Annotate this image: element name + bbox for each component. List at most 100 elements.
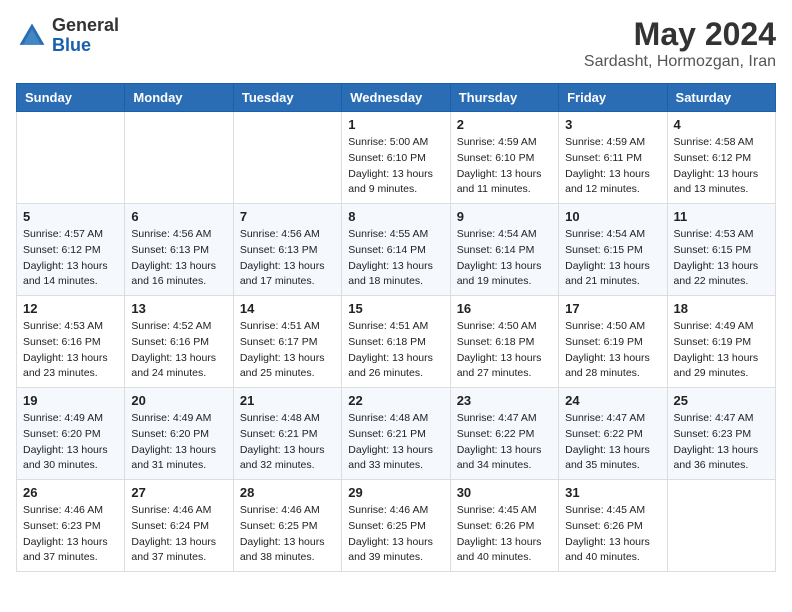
calendar-header-monday: Monday [125,84,233,112]
calendar-header-thursday: Thursday [450,84,558,112]
day-info-line: Sunrise: 4:53 AM [674,227,769,243]
day-info-line: Sunset: 6:26 PM [457,519,552,535]
day-number: 2 [457,117,552,132]
day-info-line: and 11 minutes. [457,182,552,198]
calendar-cell: 16Sunrise: 4:50 AMSunset: 6:18 PMDayligh… [450,296,558,388]
day-number: 24 [565,393,660,408]
day-info-line: Sunset: 6:10 PM [348,151,443,167]
day-info: Sunrise: 4:58 AMSunset: 6:12 PMDaylight:… [674,135,769,198]
day-info: Sunrise: 4:50 AMSunset: 6:18 PMDaylight:… [457,319,552,382]
calendar-cell: 13Sunrise: 4:52 AMSunset: 6:16 PMDayligh… [125,296,233,388]
day-info-line: Sunset: 6:15 PM [565,243,660,259]
logo-text: General Blue [52,16,119,56]
day-info-line: Sunrise: 4:57 AM [23,227,118,243]
calendar-header-friday: Friday [559,84,667,112]
day-info-line: and 21 minutes. [565,274,660,290]
day-info-line: Sunrise: 4:48 AM [240,411,335,427]
day-info-line: and 40 minutes. [457,550,552,566]
day-number: 19 [23,393,118,408]
day-info-line: and 32 minutes. [240,458,335,474]
day-info-line: Sunrise: 4:46 AM [23,503,118,519]
day-info-line: Sunset: 6:13 PM [131,243,226,259]
day-info-line: and 22 minutes. [674,274,769,290]
day-info: Sunrise: 4:59 AMSunset: 6:11 PMDaylight:… [565,135,660,198]
day-info-line: Sunset: 6:21 PM [240,427,335,443]
day-info-line: Sunrise: 4:59 AM [457,135,552,151]
day-info: Sunrise: 4:49 AMSunset: 6:20 PMDaylight:… [131,411,226,474]
location: Sardasht, Hormozgan, Iran [584,53,776,71]
day-info: Sunrise: 4:54 AMSunset: 6:14 PMDaylight:… [457,227,552,290]
day-info-line: and 24 minutes. [131,366,226,382]
day-number: 28 [240,485,335,500]
day-info: Sunrise: 4:46 AMSunset: 6:23 PMDaylight:… [23,503,118,566]
calendar-cell: 7Sunrise: 4:56 AMSunset: 6:13 PMDaylight… [233,204,341,296]
day-info: Sunrise: 4:56 AMSunset: 6:13 PMDaylight:… [240,227,335,290]
calendar-cell [17,112,125,204]
day-number: 31 [565,485,660,500]
logo-general: General [52,15,119,35]
calendar-cell: 20Sunrise: 4:49 AMSunset: 6:20 PMDayligh… [125,388,233,480]
day-info-line: Daylight: 13 hours [674,351,769,367]
day-info: Sunrise: 4:57 AMSunset: 6:12 PMDaylight:… [23,227,118,290]
calendar-cell: 12Sunrise: 4:53 AMSunset: 6:16 PMDayligh… [17,296,125,388]
day-info-line: Sunrise: 4:47 AM [457,411,552,427]
day-info-line: Sunset: 6:19 PM [674,335,769,351]
day-info: Sunrise: 4:47 AMSunset: 6:22 PMDaylight:… [457,411,552,474]
calendar-cell: 21Sunrise: 4:48 AMSunset: 6:21 PMDayligh… [233,388,341,480]
day-info-line: Sunset: 6:12 PM [23,243,118,259]
day-info-line: Sunrise: 4:47 AM [565,411,660,427]
calendar-cell: 18Sunrise: 4:49 AMSunset: 6:19 PMDayligh… [667,296,775,388]
day-info-line: Daylight: 13 hours [131,535,226,551]
day-info-line: and 23 minutes. [23,366,118,382]
day-info-line: Daylight: 13 hours [565,443,660,459]
calendar-cell: 22Sunrise: 4:48 AMSunset: 6:21 PMDayligh… [342,388,450,480]
day-info-line: Daylight: 13 hours [348,259,443,275]
day-info-line: Daylight: 13 hours [131,259,226,275]
calendar-cell: 4 Sunrise: 4:58 AMSunset: 6:12 PMDaylight… [667,112,775,204]
day-info-line: Sunrise: 4:54 AM [457,227,552,243]
calendar-cell: 29Sunrise: 4:46 AMSunset: 6:25 PMDayligh… [342,480,450,572]
day-info-line: Sunrise: 4:56 AM [240,227,335,243]
day-info-line: Daylight: 13 hours [348,443,443,459]
day-info: Sunrise: 4:46 AMSunset: 6:25 PMDaylight:… [240,503,335,566]
day-info-line: Daylight: 13 hours [674,167,769,183]
day-info-line: and 31 minutes. [131,458,226,474]
day-info: Sunrise: 4:59 AMSunset: 6:10 PMDaylight:… [457,135,552,198]
day-number: 25 [674,393,769,408]
day-info-line: Daylight: 13 hours [131,443,226,459]
day-info-line: Sunset: 6:22 PM [565,427,660,443]
day-number: 27 [131,485,226,500]
day-info-line: Daylight: 13 hours [240,259,335,275]
day-info-line: Daylight: 13 hours [457,351,552,367]
day-info-line: Sunrise: 4:51 AM [240,319,335,335]
logo-blue: Blue [52,35,91,55]
day-info-line: and 12 minutes. [565,182,660,198]
day-info-line: Daylight: 13 hours [23,259,118,275]
day-info-line: Sunset: 6:20 PM [23,427,118,443]
logo: General Blue [16,16,119,56]
day-number: 12 [23,301,118,316]
calendar-cell: 2 Sunrise: 4:59 AMSunset: 6:10 PMDaylight… [450,112,558,204]
calendar-cell: 31Sunrise: 4:45 AMSunset: 6:26 PMDayligh… [559,480,667,572]
day-info-line: and 37 minutes. [131,550,226,566]
day-info-line: Sunrise: 4:52 AM [131,319,226,335]
day-info-line: Sunset: 6:16 PM [131,335,226,351]
day-number: 3 [565,117,660,132]
calendar-cell: 28 Sunrise: 4:46 AMSunset: 6:25 PMDayligh… [233,480,341,572]
day-info-line: Daylight: 13 hours [565,167,660,183]
day-number: 8 [348,209,443,224]
day-info-line: and 29 minutes. [674,366,769,382]
day-info-line: Sunrise: 4:47 AM [674,411,769,427]
day-info-line: Sunset: 6:11 PM [565,151,660,167]
day-info-line: Sunset: 6:25 PM [240,519,335,535]
day-info-line: Sunrise: 4:46 AM [348,503,443,519]
day-info-line: and 18 minutes. [348,274,443,290]
calendar-cell: 6Sunrise: 4:56 AMSunset: 6:13 PMDaylight… [125,204,233,296]
day-info-line: Sunset: 6:25 PM [348,519,443,535]
logo-icon [16,20,48,52]
day-number: 4 [674,117,769,132]
day-info-line: Sunset: 6:23 PM [674,427,769,443]
day-info: Sunrise: 4:48 AMSunset: 6:21 PMDaylight:… [348,411,443,474]
calendar-header-saturday: Saturday [667,84,775,112]
day-info-line: and 27 minutes. [457,366,552,382]
